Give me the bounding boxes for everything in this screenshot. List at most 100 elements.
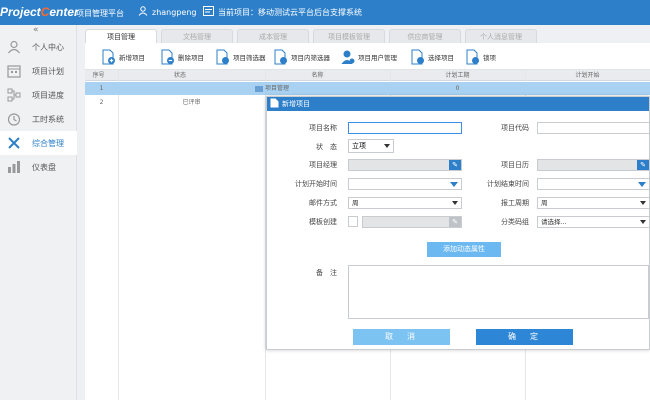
toolbar-label: 锁项 <box>483 54 496 62</box>
new-document-icon <box>270 98 279 110</box>
column-header-index[interactable]: 序号 <box>85 70 112 81</box>
template-input: ✎ <box>362 216 462 228</box>
users-icon <box>341 49 355 65</box>
manager-input[interactable]: ✎ <box>348 159 462 171</box>
calendar-input[interactable]: ✎ <box>537 159 650 171</box>
edit-pen-icon[interactable]: ✎ <box>449 160 461 170</box>
toolbar: 新增项目 删除项目 项目筛选器 项目内筛选器 项目用户管理 选择项目 锁项 <box>85 43 650 70</box>
manager-label: 项目经理 <box>309 161 337 169</box>
grid-header: 序号 状态 名称 计划工期 计划开始 <box>85 70 650 81</box>
column-header-start[interactable]: 计划开始 <box>525 70 650 81</box>
tab-cost-management[interactable]: 成本管理 <box>237 29 309 43</box>
tab-message-management[interactable]: 个人消息管理 <box>465 29 537 43</box>
column-header-status[interactable]: 状态 <box>120 70 240 81</box>
collapse-sidebar-icon[interactable]: « <box>33 25 39 35</box>
row-status: 已评审 <box>182 99 201 106</box>
project-code-input[interactable] <box>537 122 650 134</box>
in-project-filter-button[interactable]: 项目内筛选器 <box>274 48 330 66</box>
row-name-cell: 项目管理 <box>255 82 390 95</box>
app-subtitle: 项目管理平台 <box>76 9 124 18</box>
sidebar-item-label: 项目进度 <box>32 90 64 100</box>
category-group-select[interactable]: 请选择... <box>537 216 650 228</box>
category-group-value: 请选择... <box>541 218 567 226</box>
sidebar-item-dashboard[interactable]: 仪表盘 <box>0 155 77 179</box>
user-menu[interactable]: zhangpeng <box>138 6 196 18</box>
logo-text-enter: enter <box>49 5 79 19</box>
toolbar-label: 选择项目 <box>428 54 454 62</box>
row-index: 2 <box>99 99 104 106</box>
edit-pen-icon[interactable]: ✎ <box>637 160 649 170</box>
table-row[interactable]: 1 项目管理 0 <box>85 82 650 95</box>
plan-start-input[interactable] <box>348 178 462 190</box>
current-project-label: 当前项目：移动测试云平台后台支撑系统 <box>218 7 362 17</box>
lock-item-button[interactable]: 锁项 <box>466 48 496 66</box>
mail-method-value: 周 <box>352 199 359 207</box>
tab-project-management[interactable]: 项目管理 <box>85 29 157 43</box>
edit-pen-icon: ✎ <box>449 217 461 227</box>
date-picker-arrow-icon[interactable] <box>450 182 458 187</box>
dialog-title: 新增项目 <box>282 100 310 108</box>
dropdown-arrow-icon <box>384 144 390 148</box>
current-project[interactable]: 当前项目：移动测试云平台后台支撑系统 <box>203 6 362 18</box>
project-icon <box>203 6 214 18</box>
project-filter-button[interactable]: 项目筛选器 <box>216 48 266 66</box>
select-project-button[interactable]: 选择项目 <box>411 48 454 66</box>
tab-document-management[interactable]: 文档管理 <box>161 29 233 43</box>
calendar-icon <box>6 63 22 79</box>
module-tabs: 项目管理 文档管理 成本管理 项目模板管理 供应商管理 个人消息管理 <box>85 29 650 43</box>
toolbar-label: 项目筛选器 <box>233 54 266 62</box>
select-document-icon <box>411 49 425 65</box>
sidebar-item-personal-center[interactable]: 个人中心 <box>0 35 77 59</box>
top-bar: ProjectCenter 项目管理平台 zhangpeng 当前项目：移动测试… <box>0 0 650 25</box>
filter-icon <box>216 49 230 65</box>
confirm-button[interactable]: 确 定 <box>476 329 573 345</box>
tab-template-management[interactable]: 项目模板管理 <box>313 29 385 43</box>
row-status <box>118 82 265 95</box>
sidebar-item-label: 个人中心 <box>32 42 64 52</box>
dropdown-arrow-icon <box>640 201 646 205</box>
date-picker-arrow-icon[interactable] <box>638 182 646 187</box>
mail-method-select[interactable]: 周 <box>348 197 462 209</box>
remarks-textarea[interactable] <box>348 265 649 319</box>
project-code-label: 项目代码 <box>501 124 529 132</box>
project-users-button[interactable]: 项目用户管理 <box>341 48 397 66</box>
column-divider <box>118 70 119 400</box>
sidebar-item-timesheet[interactable]: 工时系统 <box>0 107 77 131</box>
category-group-label: 分类码组 <box>501 218 529 226</box>
mail-method-label: 邮件方式 <box>309 199 337 207</box>
column-header-name[interactable]: 名称 <box>255 70 380 81</box>
status-label: 状 态 <box>316 143 337 151</box>
report-cycle-label: 报工周期 <box>501 199 529 207</box>
row-duration: 0 <box>455 85 460 92</box>
username: zhangpeng <box>152 7 197 17</box>
sidebar-item-project-plan[interactable]: 项目计划 <box>0 59 77 83</box>
folder-icon <box>255 85 263 92</box>
row-name: 项目管理 <box>265 85 290 92</box>
report-cycle-select[interactable]: 周 <box>537 197 650 209</box>
plan-end-label: 计划结束时间 <box>487 180 529 188</box>
logo-text-project: Project <box>0 5 41 19</box>
dropdown-arrow-icon <box>452 201 458 205</box>
tools-icon <box>6 135 22 151</box>
sidebar-item-project-progress[interactable]: 项目进度 <box>0 83 77 107</box>
plan-end-input[interactable] <box>537 178 650 190</box>
delete-document-icon <box>161 49 175 65</box>
column-header-duration[interactable]: 计划工期 <box>390 70 525 81</box>
cancel-button[interactable]: 取 消 <box>353 329 450 345</box>
filter-icon <box>274 49 288 65</box>
template-create-checkbox[interactable] <box>348 216 358 227</box>
status-select[interactable]: 立项 <box>348 139 394 153</box>
report-cycle-value: 周 <box>541 199 548 207</box>
delete-project-button[interactable]: 删除项目 <box>161 48 204 66</box>
tab-supplier-management[interactable]: 供应商管理 <box>389 29 461 43</box>
project-name-input[interactable] <box>348 122 462 134</box>
toolbar-label: 删除项目 <box>178 54 204 62</box>
toolbar-label: 新增项目 <box>119 54 145 62</box>
sidebar-item-label: 仪表盘 <box>32 162 56 172</box>
sidebar-item-general-management[interactable]: 综合管理 <box>0 131 77 155</box>
add-dynamic-attribute-button[interactable]: 添加动态属性 <box>427 242 501 257</box>
remarks-label: 备 注 <box>316 269 337 277</box>
add-project-button[interactable]: 新增项目 <box>102 48 145 66</box>
calendar-label: 项目日历 <box>501 161 529 169</box>
dropdown-arrow-icon <box>640 220 646 224</box>
